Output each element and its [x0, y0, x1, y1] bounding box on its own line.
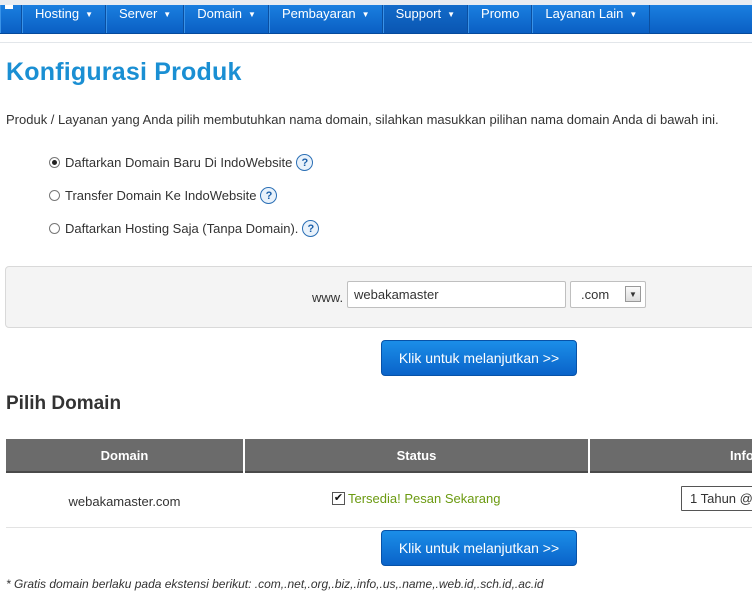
option-label: Transfer Domain Ke IndoWebsite [65, 188, 257, 203]
domain-name-input[interactable] [347, 281, 566, 308]
domain-select-checkbox[interactable]: ✔ [332, 492, 345, 505]
option-hosting-only[interactable]: Daftarkan Hosting Saja (Tanpa Domain). ? [49, 220, 320, 237]
chevron-down-icon: ▼ [625, 286, 641, 302]
divider [6, 527, 752, 528]
tld-select[interactable]: .com ▼ [570, 281, 646, 308]
caret-down-icon: ▼ [85, 10, 93, 19]
continue-button[interactable]: Klik untuk melanjutkan >> [381, 340, 577, 376]
nav-item-layanan-lain[interactable]: Layanan Lain ▼ [532, 5, 651, 33]
nav-home-icon[interactable] [0, 5, 22, 33]
footnote: * Gratis domain berlaku pada ekstensi be… [6, 577, 544, 591]
continue-button-bottom[interactable]: Klik untuk melanjutkan >> [381, 530, 577, 566]
radio-transfer-domain[interactable] [49, 190, 60, 201]
nav-item-server[interactable]: Server ▼ [106, 5, 185, 33]
caret-down-icon: ▼ [248, 10, 256, 19]
radio-register-domain[interactable] [49, 157, 60, 168]
registration-period-select[interactable]: 1 Tahun @ [681, 486, 752, 511]
caret-down-icon: ▼ [163, 10, 172, 19]
section-title: Pilih Domain [6, 393, 122, 414]
option-register-domain[interactable]: Daftarkan Domain Baru Di IndoWebsite ? [49, 154, 314, 171]
option-label: Daftarkan Hosting Saja (Tanpa Domain). [65, 221, 299, 236]
tld-value: .com [581, 287, 610, 302]
nav-item-support[interactable]: Support ▼ [382, 5, 469, 33]
help-icon[interactable]: ? [260, 187, 278, 204]
table-cell-domain: webakamaster.com [68, 494, 181, 509]
table-cell-status: ✔ Tersedia! Pesan Sekarang [332, 491, 500, 506]
divider [0, 42, 752, 43]
main-nav: Hosting ▼ Server ▼ Domain ▼ Pembayaran ▼ Sup… [0, 5, 752, 34]
caret-down-icon: ▼ [361, 10, 370, 19]
nav-item-promo[interactable]: Promo [468, 5, 533, 33]
nav-item-pembayaran[interactable]: Pembayaran ▼ [268, 5, 383, 33]
page-title: Konfigurasi Produk [6, 58, 242, 86]
home-icon [5, 5, 13, 9]
option-label: Daftarkan Domain Baru Di IndoWebsite [65, 155, 293, 170]
table-header-info: Info [590, 439, 752, 473]
table-header-domain: Domain [6, 439, 243, 473]
intro-text: Produk / Layanan yang Anda pilih membutu… [6, 112, 719, 127]
help-icon[interactable]: ? [302, 220, 320, 237]
www-prefix: www. [312, 290, 344, 305]
radio-hosting-only[interactable] [49, 223, 60, 234]
table-header-status: Status [245, 439, 588, 473]
nav-item-domain[interactable]: Domain ▼ [184, 5, 269, 33]
status-text: Tersedia! Pesan Sekarang [348, 491, 501, 506]
caret-down-icon: ▼ [629, 10, 638, 19]
caret-down-icon: ▼ [447, 10, 456, 19]
nav-item-hosting[interactable]: Hosting ▼ [22, 5, 106, 33]
help-icon[interactable]: ? [296, 154, 314, 171]
option-transfer-domain[interactable]: Transfer Domain Ke IndoWebsite ? [49, 187, 278, 204]
